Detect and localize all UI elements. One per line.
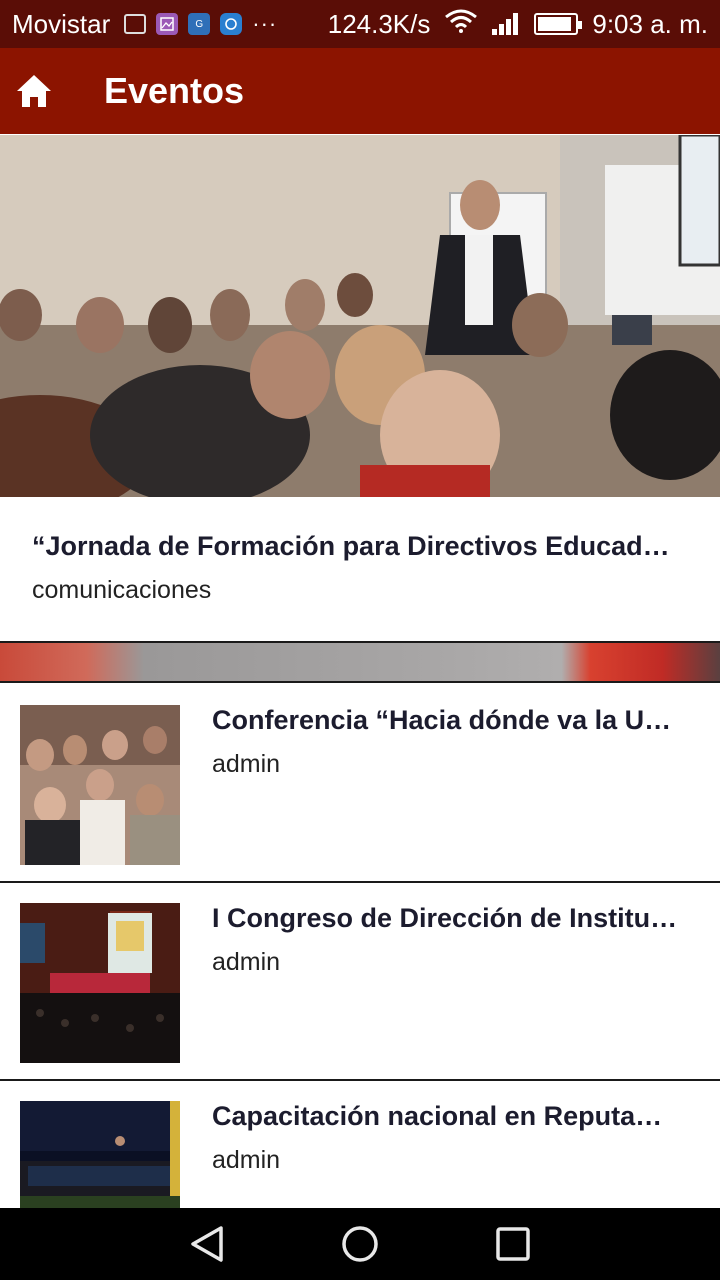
- featured-event-title: “Jornada de Formación para Directivos Ed…: [32, 531, 670, 561]
- list-item-meta: Capacitación nacional en Reputa… admin: [212, 1101, 690, 1175]
- signal-icon: [492, 13, 520, 35]
- translate-icon: G: [188, 13, 211, 35]
- carrier-name: Movistar: [12, 8, 111, 39]
- event-author: admin: [212, 750, 281, 778]
- event-title: Capacitación nacional en Reputa…: [212, 1101, 663, 1131]
- home-button[interactable]: [0, 48, 68, 134]
- battery-level: [538, 17, 571, 31]
- app-title: Eventos: [104, 70, 245, 111]
- featured-event-card[interactable]: “Jornada de Formación para Directivos Ed…: [0, 497, 720, 643]
- recents-square-icon: [496, 1227, 531, 1261]
- event-thumbnail: [20, 705, 180, 865]
- gallery-icon: [156, 13, 179, 35]
- status-right: 124.3K/s 9:03 a. m.: [328, 9, 708, 40]
- back-button[interactable]: [177, 1214, 237, 1274]
- recents-button[interactable]: [483, 1214, 543, 1274]
- list-item[interactable]: I Congreso de Dirección de Institu… admi…: [0, 883, 720, 1081]
- wifi-icon: [444, 9, 478, 40]
- event-title: I Congreso de Dirección de Institu…: [212, 903, 678, 933]
- home-nav-button[interactable]: [330, 1214, 390, 1274]
- status-time: 9:03 a. m.: [592, 8, 708, 39]
- event-author: admin: [212, 1146, 281, 1174]
- list-item-meta: Conferencia “Hacia dónde va la U… admin: [212, 705, 690, 779]
- status-bar: Movistar G ··· 124.3K/s 9:03 a. m.: [0, 0, 720, 48]
- banner-strip-image: [0, 643, 720, 683]
- event-thumbnail: [20, 903, 180, 1063]
- conference-photo: [0, 135, 720, 497]
- app-bar: Eventos: [0, 48, 720, 134]
- app-circle-icon: [220, 13, 243, 35]
- list-item-meta: I Congreso de Dirección de Institu… admi…: [212, 903, 690, 977]
- more-notifications-icon: ···: [252, 11, 278, 36]
- status-left: Movistar G ···: [12, 9, 277, 40]
- back-triangle-icon: [190, 1226, 223, 1262]
- bbm-icon: [124, 14, 147, 34]
- navigation-bar: [0, 1208, 720, 1280]
- featured-event-image[interactable]: [0, 135, 720, 497]
- battery-icon: [534, 13, 583, 35]
- featured-event-author: comunicaciones: [32, 576, 212, 604]
- network-speed: 124.3K/s: [327, 8, 431, 39]
- home-circle-icon: [342, 1226, 378, 1262]
- list-item[interactable]: Conferencia “Hacia dónde va la U… admin: [0, 685, 720, 883]
- event-author: admin: [212, 948, 281, 976]
- home-icon: [17, 75, 51, 107]
- event-title: Conferencia “Hacia dónde va la U…: [212, 705, 672, 735]
